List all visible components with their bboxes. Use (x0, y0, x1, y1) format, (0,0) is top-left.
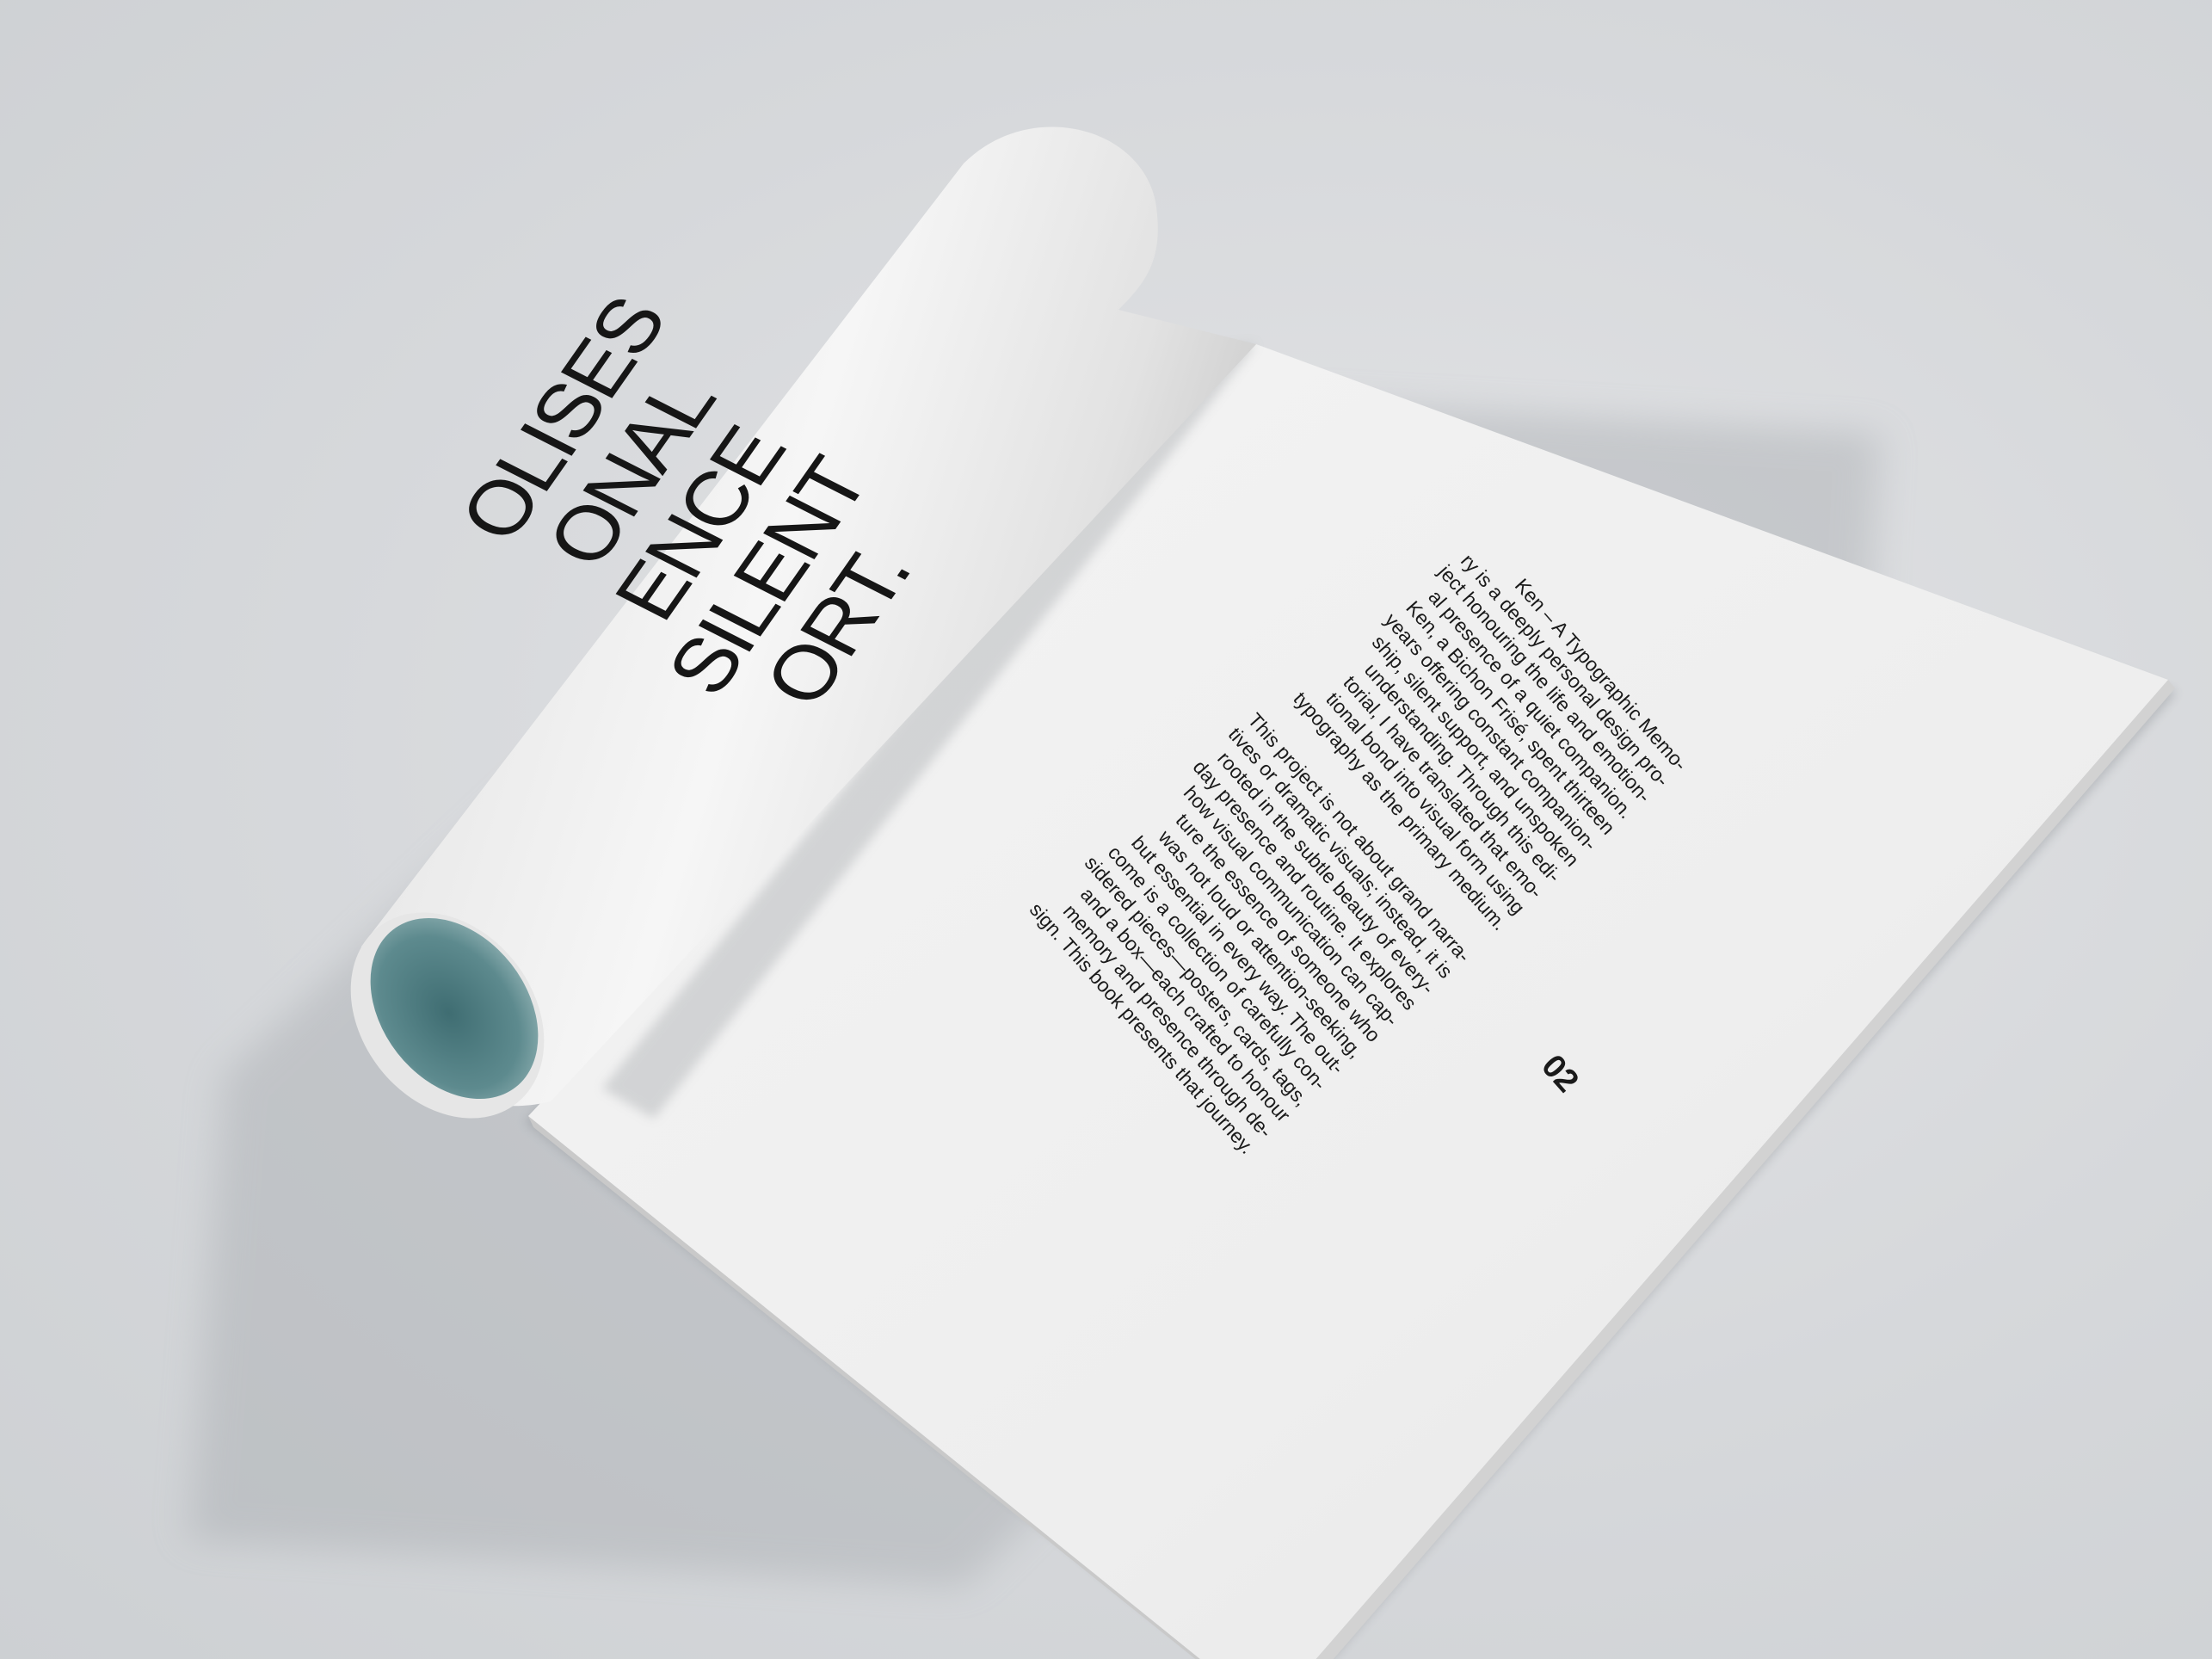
magazine-scene: OLISES ONAL ENCE SILENT ORT. Ken – A Typ… (189, 126, 2177, 1659)
